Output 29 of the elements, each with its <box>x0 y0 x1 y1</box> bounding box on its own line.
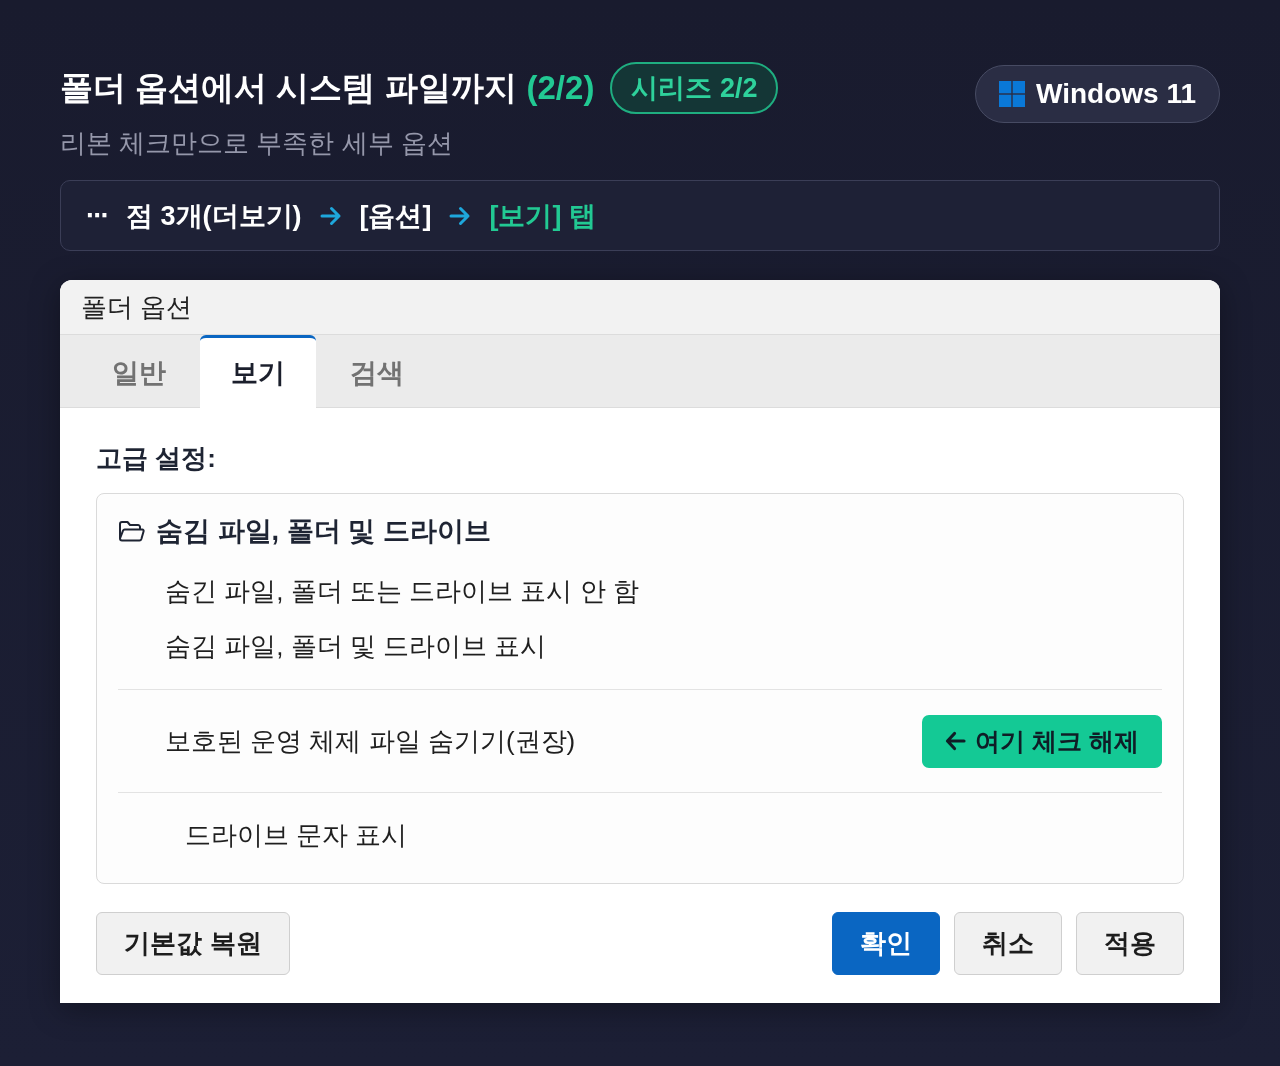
series-badge: 시리즈 2/2 <box>610 62 779 114</box>
arrow-right-icon <box>319 205 342 226</box>
more-glyph: ⋯ <box>86 204 108 227</box>
dialog-button[interactable]: 확인 <box>832 912 940 975</box>
platform-label: Windows 11 <box>1036 80 1196 108</box>
arrow-left-icon <box>945 731 967 751</box>
series-count: (2/2) <box>526 68 595 108</box>
breadcrumb-step: [옵션] <box>359 197 432 234</box>
setting-option[interactable]: 드라이브 문자 표시 <box>185 817 408 853</box>
setting-option[interactable]: 숨긴 파일, 폴더 또는 드라이브 표시 안 함 <box>165 572 639 609</box>
tab[interactable]: 보기 <box>200 335 316 408</box>
dialog-title: 폴더 옵션 <box>81 291 193 324</box>
folder-icon <box>118 519 145 543</box>
setting-option[interactable]: 보호된 운영 체제 파일 숨기기(권장) <box>165 723 576 759</box>
tab[interactable]: 검색 <box>319 335 435 408</box>
tab[interactable]: 일반 <box>81 335 197 408</box>
breadcrumb-step: [보기] 탭 <box>489 197 596 234</box>
page-subtitle: 리본 체크만으로 부족한 세부 옵션 <box>60 127 454 160</box>
four-tiles-icon <box>999 81 1025 107</box>
setting-option[interactable]: 숨김 파일, 폴더 및 드라이브 표시 <box>165 627 547 664</box>
breadcrumb-step: 점 3개(더보기) <box>126 197 302 234</box>
callout-text: 여기 체크 해제 <box>975 728 1139 754</box>
setting-group-label: 숨김 파일, 폴더 및 드라이브 <box>156 515 491 548</box>
restore-defaults-button[interactable]: 기본값 복원 <box>96 912 290 975</box>
dialog-button[interactable]: 취소 <box>954 912 1062 975</box>
arrow-right-icon <box>449 205 472 226</box>
page-title: 폴더 옵션에서 시스템 파일까지 <box>60 68 517 108</box>
dialog-button[interactable]: 적용 <box>1076 912 1184 975</box>
section-label: 고급 설정: <box>96 442 217 475</box>
